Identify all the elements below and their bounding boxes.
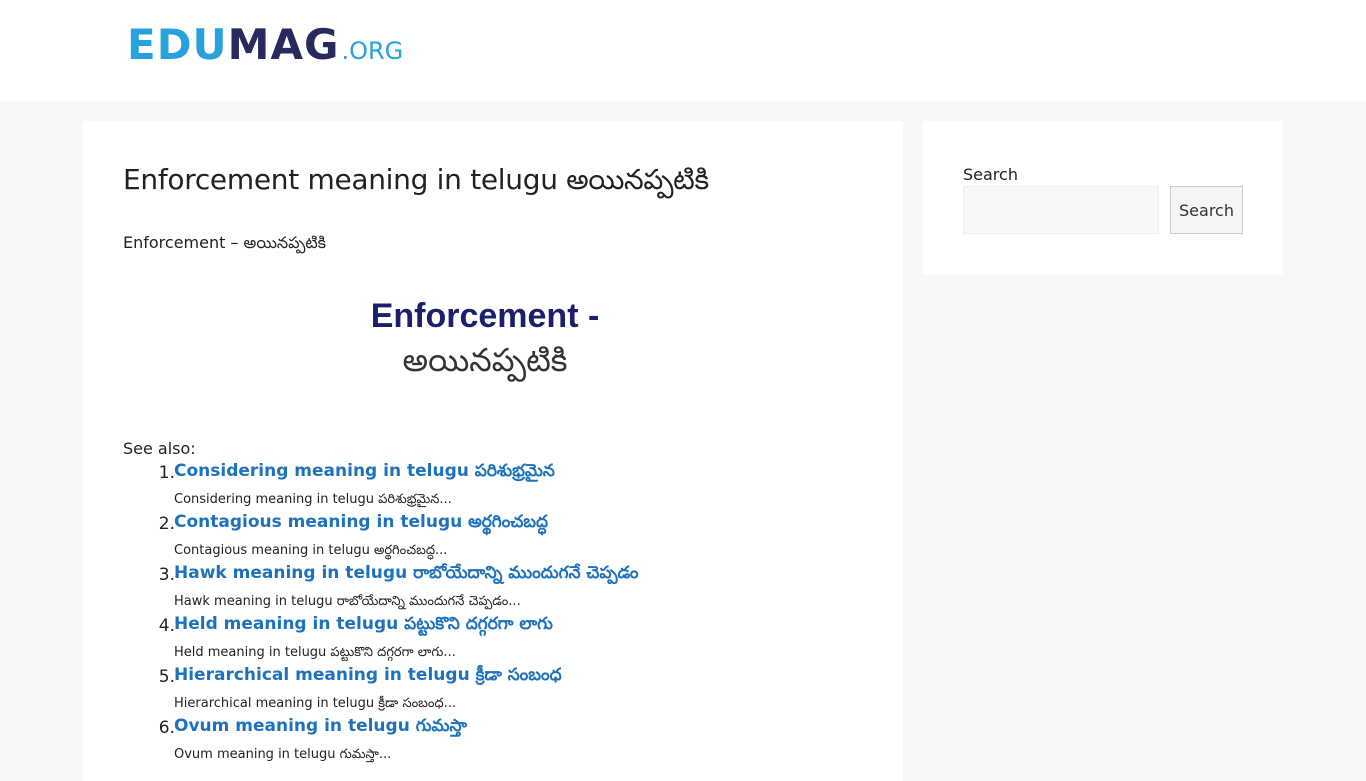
- related-link[interactable]: Ovum meaning in telugu గుమస్తా: [174, 716, 467, 740]
- logo-org: .ORG: [341, 37, 404, 65]
- logo-mag: MAG: [227, 20, 340, 69]
- search-input[interactable]: [963, 186, 1159, 234]
- featured-image-telugu: అయినప్పటికి: [402, 341, 568, 379]
- related-number: 6.: [158, 718, 175, 738]
- related-number: 1.: [158, 463, 175, 483]
- page-title: Enforcement meaning in telugu అయినప్పటిక…: [123, 163, 709, 196]
- logo-edu: EDU: [127, 20, 228, 69]
- related-link[interactable]: Contagious meaning in telugu అర్థగించబద్…: [174, 512, 548, 536]
- search-label: Search: [963, 165, 1018, 184]
- site-header: EDU MAG .ORG: [0, 0, 1366, 101]
- related-number: 3.: [158, 565, 175, 585]
- site-logo[interactable]: EDU MAG .ORG: [127, 20, 404, 69]
- related-excerpt: Held meaning in telugu పట్టుకొని దగ్గరగా…: [174, 645, 456, 660]
- related-excerpt: Contagious meaning in telugu అర్థగించబద్…: [174, 543, 448, 558]
- related-item: 6. Ovum meaning in telugu గుమస్తా Ovum m…: [123, 716, 863, 767]
- related-item: 5. Hierarchical meaning in telugu క్రీడా…: [123, 665, 863, 716]
- related-number: 2.: [158, 514, 175, 534]
- related-item: 4. Held meaning in telugu పట్టుకొని దగ్గ…: [123, 614, 863, 665]
- related-number: 4.: [158, 616, 175, 636]
- related-excerpt: Considering meaning in telugu పరిశుభ్రమై…: [174, 492, 452, 507]
- related-link[interactable]: Hawk meaning in telugu రాబోయేదాన్ని ముంద…: [174, 563, 639, 587]
- related-excerpt: Ovum meaning in telugu గుమస్తా...: [174, 747, 392, 762]
- search-button[interactable]: Search: [1170, 186, 1243, 234]
- related-item: 1. Considering meaning in telugu పరిశుభ్…: [123, 461, 863, 512]
- related-link[interactable]: Considering meaning in telugu పరిశుభ్రమై…: [174, 461, 555, 485]
- featured-image-english: Enforcement -: [370, 297, 600, 335]
- related-link[interactable]: Held meaning in telugu పట్టుకొని దగ్గరగా…: [174, 614, 553, 638]
- related-link[interactable]: Hierarchical meaning in telugu క్రీడా సం…: [174, 665, 562, 689]
- related-excerpt: Hierarchical meaning in telugu క్రీడా సం…: [174, 696, 457, 711]
- article-intro: Enforcement – అయినప్పటికి: [123, 233, 327, 252]
- related-list: 1. Considering meaning in telugu పరిశుభ్…: [123, 461, 863, 767]
- featured-image: Enforcement - అయినప్పటికి: [360, 296, 610, 396]
- article-content: Enforcement meaning in telugu అయినప్పటిక…: [83, 121, 903, 781]
- sidebar-search-widget: Search Search: [923, 121, 1283, 274]
- related-item: 3. Hawk meaning in telugu రాబోయేదాన్ని మ…: [123, 563, 863, 614]
- related-excerpt: Hawk meaning in telugu రాబోయేదాన్ని ముంద…: [174, 594, 521, 609]
- related-item: 2. Contagious meaning in telugu అర్థగించ…: [123, 512, 863, 563]
- related-number: 5.: [158, 667, 175, 687]
- see-also-label: See also:: [123, 439, 196, 458]
